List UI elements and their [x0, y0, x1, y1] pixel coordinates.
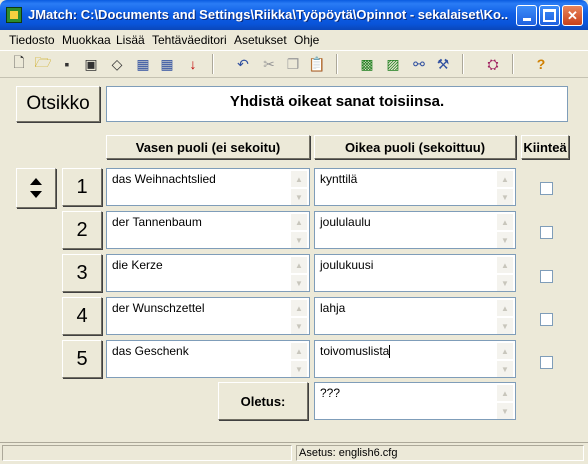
- minimize-icon: [522, 18, 531, 21]
- right-item-field[interactable]: toivomuslista ▲ ▼: [314, 340, 516, 378]
- left-item-field[interactable]: der Tannenbaum ▲ ▼: [106, 211, 310, 249]
- close-button[interactable]: ✕: [562, 5, 583, 26]
- row-number-button[interactable]: 5: [62, 340, 102, 378]
- field-scrollbar[interactable]: ▲ ▼: [497, 300, 513, 334]
- toolbar-separator: [512, 54, 514, 74]
- menu-lisaa[interactable]: Lisää: [116, 33, 145, 47]
- right-item-field[interactable]: joululaulu ▲ ▼: [314, 211, 516, 249]
- right-item-field[interactable]: joulukuusi ▲ ▼: [314, 254, 516, 292]
- status-pane: [2, 445, 292, 461]
- maximize-button[interactable]: [539, 5, 560, 26]
- row-number-button[interactable]: 3: [62, 254, 102, 292]
- right-item-field[interactable]: kynttilä ▲ ▼: [314, 168, 516, 206]
- field-scrollbar[interactable]: ▲ ▼: [291, 257, 307, 291]
- new-file-icon[interactable]: 🗋: [8, 53, 30, 75]
- tool-icon[interactable]: ⚒: [432, 53, 454, 75]
- right-item-field[interactable]: lahja ▲ ▼: [314, 297, 516, 335]
- status-pane: Asetus: english6.cfg: [296, 445, 584, 461]
- text-caret: [389, 345, 391, 359]
- field-scrollbar[interactable]: ▲ ▼: [497, 214, 513, 248]
- default-value: ???: [320, 386, 341, 400]
- fixed-checkbox[interactable]: [540, 226, 553, 239]
- title-field[interactable]: Yhdistä oikeat sanat toisiinsa.: [106, 86, 568, 122]
- right-item-text: joulukuusi: [320, 258, 374, 272]
- toolbar-separator: [462, 54, 464, 74]
- field-scrollbar[interactable]: ▲ ▼: [497, 385, 513, 419]
- fixed-checkbox[interactable]: [540, 356, 553, 369]
- field-scrollbar[interactable]: ▲ ▼: [497, 257, 513, 291]
- left-item-text: der Wunschzettel: [112, 301, 205, 315]
- cut-icon[interactable]: ✂: [258, 53, 280, 75]
- field-scrollbar[interactable]: ▲ ▼: [291, 171, 307, 205]
- arrow-down-icon[interactable]: [30, 191, 42, 198]
- field-scrollbar[interactable]: ▲ ▼: [291, 300, 307, 334]
- open-folder-icon[interactable]: 🗁: [32, 53, 54, 75]
- default-field[interactable]: ??? ▲ ▼: [314, 382, 516, 420]
- title-value: Yhdistä oikeat sanat toisiinsa.: [229, 93, 445, 110]
- web-export2-icon[interactable]: ▦: [156, 53, 178, 75]
- link-icon[interactable]: ⚯: [408, 53, 430, 75]
- field-scrollbar[interactable]: ▲ ▼: [291, 214, 307, 248]
- toolbar-separator: [336, 54, 338, 74]
- menu-tiedosto[interactable]: Tiedosto: [9, 33, 55, 47]
- picture-icon[interactable]: ▨: [382, 53, 404, 75]
- menu-ohje[interactable]: Ohje: [294, 33, 319, 47]
- fixed-checkbox[interactable]: [540, 313, 553, 326]
- fixed-checkbox[interactable]: [540, 270, 553, 283]
- column-header-right: Oikea puoli (sekoittuu): [314, 135, 516, 159]
- toolbar-separator: [212, 54, 214, 74]
- maximize-icon: [543, 9, 556, 22]
- status-config-text: Asetus: english6.cfg: [299, 447, 398, 459]
- column-header-fixed: Kiinteä: [521, 135, 569, 159]
- row-number-button[interactable]: 4: [62, 297, 102, 335]
- save-icon[interactable]: ▪: [56, 53, 78, 75]
- web-export-icon[interactable]: ▦: [132, 53, 154, 75]
- down-arrow-icon[interactable]: ↓: [182, 53, 204, 75]
- field-scrollbar[interactable]: ▲ ▼: [497, 343, 513, 377]
- app-icon: [6, 7, 22, 23]
- right-item-text: toivomuslista: [320, 344, 391, 359]
- menu-tehtavaeditori[interactable]: Tehtäväeditori: [152, 33, 227, 47]
- paste-icon[interactable]: 📋: [306, 53, 328, 75]
- image-icon[interactable]: ▩: [356, 53, 378, 75]
- left-item-field[interactable]: das Weihnachtslied ▲ ▼: [106, 168, 310, 206]
- help-icon[interactable]: ?: [530, 53, 552, 75]
- window-title: JMatch: C:\Documents and Settings\Riikka…: [28, 7, 508, 22]
- config-icon[interactable]: ⛭: [482, 53, 504, 75]
- right-item-text: kynttilä: [320, 172, 358, 186]
- minimize-button[interactable]: [516, 5, 537, 26]
- close-icon: ✕: [567, 7, 578, 23]
- fixed-checkbox[interactable]: [540, 182, 553, 195]
- left-item-field[interactable]: das Geschenk ▲ ▼: [106, 340, 310, 378]
- left-item-text: die Kerze: [112, 258, 163, 272]
- title-button[interactable]: Otsikko: [16, 86, 100, 122]
- row-number-button[interactable]: 2: [62, 211, 102, 249]
- column-header-left: Vasen puoli (ei sekoitu): [106, 135, 310, 159]
- left-item-field[interactable]: der Wunschzettel ▲ ▼: [106, 297, 310, 335]
- save-as-icon[interactable]: ▣: [80, 53, 102, 75]
- left-item-text: das Weihnachtslied: [112, 172, 216, 186]
- left-item-field[interactable]: die Kerze ▲ ▼: [106, 254, 310, 292]
- default-label-button[interactable]: Oletus:: [218, 382, 308, 420]
- right-item-text: joululaulu: [320, 215, 371, 229]
- left-item-text: der Tannenbaum: [112, 215, 202, 229]
- field-scrollbar[interactable]: ▲ ▼: [291, 343, 307, 377]
- eraser-icon[interactable]: ◇: [106, 53, 128, 75]
- row-number-button[interactable]: 1: [62, 168, 102, 206]
- menu-muokkaa[interactable]: Muokkaa: [62, 33, 111, 47]
- right-item-text: lahja: [320, 301, 346, 315]
- undo-icon[interactable]: ↶: [232, 53, 254, 75]
- copy-icon[interactable]: ❐: [282, 53, 304, 75]
- left-item-text: das Geschenk: [112, 344, 189, 358]
- arrow-up-icon[interactable]: [30, 178, 42, 185]
- move-row-control[interactable]: [16, 168, 56, 208]
- field-scrollbar[interactable]: ▲ ▼: [497, 171, 513, 205]
- menu-asetukset[interactable]: Asetukset: [234, 33, 287, 47]
